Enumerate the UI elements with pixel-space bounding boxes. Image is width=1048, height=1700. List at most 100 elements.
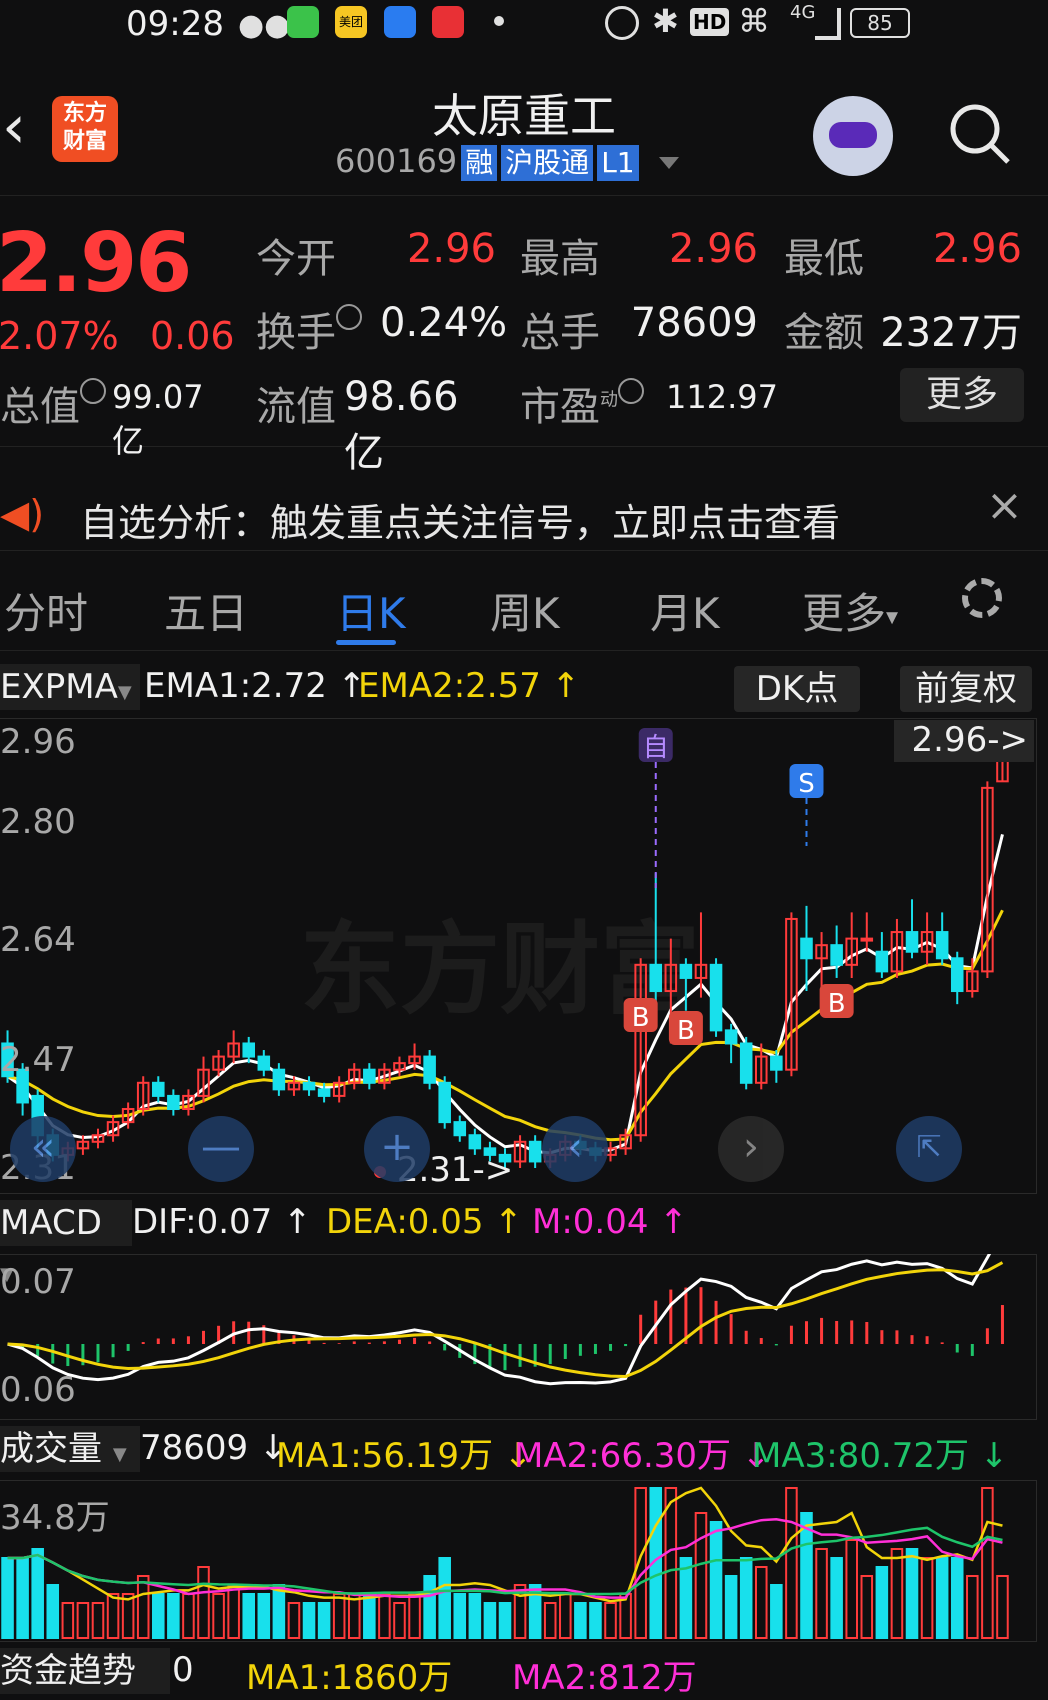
message-icon xyxy=(287,6,319,38)
macd-chart[interactable]: 0.07 0.06 xyxy=(0,1254,1037,1420)
stock-code: 600169 xyxy=(335,142,458,180)
tab-monthly-k[interactable]: 月K xyxy=(650,580,720,641)
hd-icon: HD xyxy=(690,8,730,36)
next-button[interactable]: › xyxy=(718,1116,784,1182)
mktcap-value: 99.07亿 xyxy=(112,378,204,460)
candle xyxy=(423,1050,436,1090)
adjust-button[interactable]: 前复权 xyxy=(900,666,1032,712)
high-value: 2.96 xyxy=(668,226,758,272)
change-amount: 0.06 xyxy=(150,314,235,358)
volume-bar xyxy=(498,1602,512,1639)
vol-ma2-line xyxy=(7,1518,1003,1599)
dk-point-button[interactable]: DK点 xyxy=(734,666,860,712)
prev-button[interactable]: ‹ xyxy=(542,1116,608,1182)
robot-assistant-icon[interactable] xyxy=(813,96,893,176)
signal-icon: 4G xyxy=(790,2,816,23)
svg-text:S: S xyxy=(798,769,815,799)
pe-value: 112.97 xyxy=(666,378,778,416)
volume-bar xyxy=(242,1593,256,1639)
wifi-icon: ⌘ xyxy=(738,2,770,40)
stock-header: ‹ 东方 财富 太原重工 600169 融沪股通 L1 xyxy=(0,60,1048,196)
indicator-select[interactable]: EXPMA▼ xyxy=(0,664,140,710)
ema1-value: EMA1:2.72 ↑ xyxy=(144,666,367,706)
active-tab-indicator xyxy=(336,640,396,645)
volume-label: 总手 xyxy=(520,310,600,356)
signal-banner[interactable]: ◀) 自选分析：触发重点关注信号，立即点击查看 × xyxy=(0,480,1048,551)
tab-daily-k[interactable]: 日K xyxy=(336,580,406,641)
tab-weekly-k[interactable]: 周K xyxy=(490,580,560,641)
ema2-line xyxy=(7,909,1004,1142)
search-icon[interactable] xyxy=(948,102,1012,170)
speaker-icon: ◀) xyxy=(0,492,45,536)
turnover-label: 换手 xyxy=(256,300,362,358)
candle xyxy=(302,1076,316,1096)
candle xyxy=(197,1056,210,1103)
volume-bar xyxy=(589,1602,602,1639)
tab-five-day[interactable]: 五日 xyxy=(164,580,248,641)
y-label-4: 2.47 xyxy=(0,1040,76,1080)
huawei-icon xyxy=(432,6,464,38)
candle xyxy=(739,1036,753,1090)
quote-panel: 2.96 2.07% 0.06 今开 2.96 最高 2.96 最低 2.96 … xyxy=(0,196,1048,476)
fund-ma1: MA1:1860万 xyxy=(246,1658,453,1698)
volume-bar xyxy=(453,1593,467,1639)
volume-bar xyxy=(408,1593,421,1639)
volume-bar xyxy=(61,1602,75,1639)
info-icon[interactable] xyxy=(618,378,644,404)
volume-bar xyxy=(830,1557,843,1639)
volume-bar xyxy=(438,1557,451,1639)
volume-bar xyxy=(16,1557,29,1639)
macd-select[interactable]: MACD ▼ xyxy=(0,1200,132,1285)
volume-bar xyxy=(604,1602,617,1639)
vol-ma1: MA1:56.19万 ↓ xyxy=(276,1436,533,1476)
float-value: 98.66亿 xyxy=(344,374,459,476)
tab-more[interactable]: 更多▾ xyxy=(802,580,898,641)
macd-svg xyxy=(7,1254,1004,1386)
close-icon[interactable]: × xyxy=(986,480,1023,531)
info-icon[interactable] xyxy=(80,378,106,404)
volume-bar xyxy=(136,1575,150,1639)
volume-bar xyxy=(694,1512,708,1639)
scroll-left-button[interactable]: « xyxy=(10,1116,76,1182)
volume-chart[interactable]: 34.8万 xyxy=(0,1480,1037,1642)
volume-bar xyxy=(182,1593,195,1639)
candle xyxy=(694,912,708,998)
zoom-out-button[interactable]: — xyxy=(188,1116,254,1182)
candle xyxy=(152,1076,165,1103)
candle xyxy=(649,873,663,1005)
app-icon xyxy=(384,6,416,38)
volume-bar xyxy=(212,1593,225,1639)
candle xyxy=(272,1063,286,1096)
stock-code-row[interactable]: 600169 融沪股通 L1 xyxy=(335,142,679,181)
volume-bar xyxy=(754,1566,768,1639)
volume-bar xyxy=(845,1539,858,1639)
period-tabs: 分时 五日 日K 周K 月K 更多▾ xyxy=(0,560,1048,651)
m-value: M:0.04 ↑ xyxy=(532,1202,688,1242)
candle xyxy=(332,1076,346,1103)
open-value: 2.96 xyxy=(406,226,496,272)
gear-icon[interactable] xyxy=(962,578,1002,618)
volume-bar xyxy=(393,1602,406,1639)
y-label-2: 2.80 xyxy=(0,802,76,842)
mktcap-label: 总值 xyxy=(0,374,106,432)
volume-bar xyxy=(875,1566,889,1639)
fullscreen-button[interactable]: ⇱ xyxy=(896,1116,962,1182)
battery-icon: 85 xyxy=(850,8,910,38)
volume-bar xyxy=(483,1602,497,1639)
zoom-in-button[interactable]: + xyxy=(364,1116,430,1182)
volume-bar xyxy=(966,1575,979,1639)
low-label: 最低 xyxy=(784,236,864,282)
volume-bar xyxy=(272,1584,286,1639)
more-button[interactable]: 更多 xyxy=(900,368,1024,422)
float-label: 流值 xyxy=(256,384,336,430)
fund-select[interactable]: 资金趋势 xyxy=(0,1648,170,1694)
info-icon[interactable] xyxy=(336,304,362,330)
dot-icon xyxy=(494,16,504,26)
volume-bar xyxy=(860,1575,874,1639)
kline-chart[interactable]: 东方财富 自SBBB 2.96 2.80 2.64 2.47 2.31 2.96… xyxy=(0,718,1037,1194)
tab-intraday[interactable]: 分时 xyxy=(4,580,88,641)
sell-tag: S xyxy=(789,764,824,799)
vol-ma3: MA3:80.72万 ↓ xyxy=(752,1436,1009,1476)
volume-select[interactable]: 成交量 ▼ xyxy=(0,1426,140,1472)
volume-bar xyxy=(257,1593,271,1639)
